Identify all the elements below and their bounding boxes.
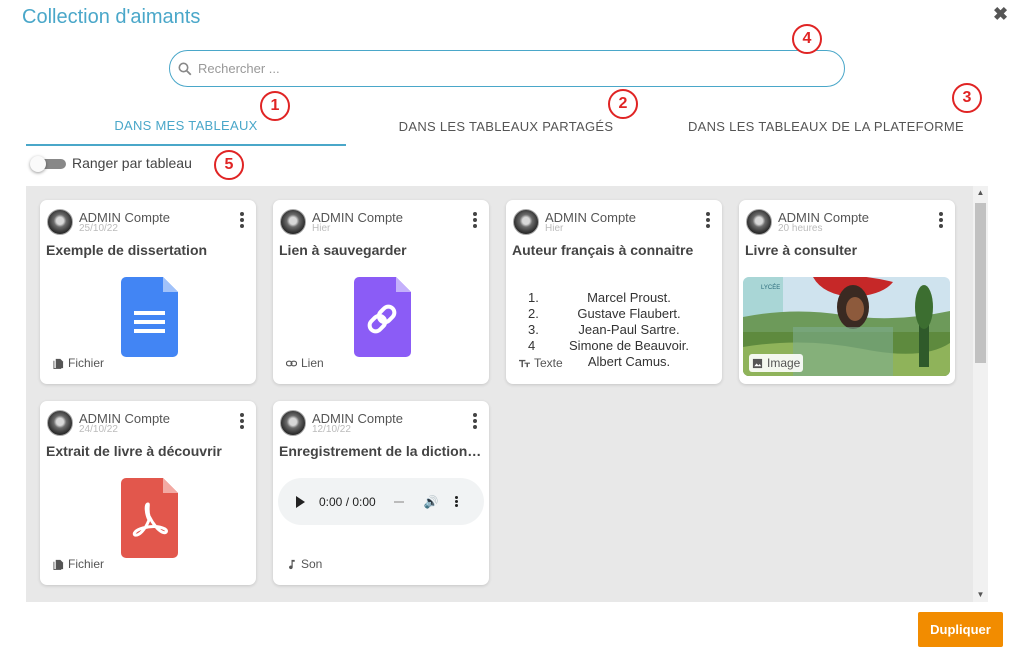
- more-vert-icon[interactable]: [473, 212, 477, 230]
- volume-icon[interactable]: 🔊: [424, 495, 439, 509]
- card-type: Fichier: [50, 354, 108, 372]
- magnet-card[interactable]: ADMIN Compte Hier Auteur français à conn…: [506, 200, 722, 384]
- card-date: Hier: [312, 223, 331, 234]
- card-title: Lien à sauvegarder: [279, 242, 407, 258]
- group-by-board-row: Ranger par tableau: [30, 155, 192, 172]
- link-doc-icon: [354, 277, 411, 357]
- list-item: 4 Simone de Beauvoir.: [528, 338, 689, 353]
- card-date: 20 heures: [778, 223, 823, 234]
- pdf-icon: [121, 478, 178, 558]
- card-title: Exemple de dissertation: [46, 242, 208, 258]
- magnet-grid: ADMIN Compte 25/10/22 Exemple de dissert…: [26, 186, 988, 602]
- svg-text:LYCÉE: LYCÉE: [761, 284, 780, 291]
- scroll-up-icon[interactable]: ▲: [973, 186, 988, 200]
- list-item: 3. Jean-Paul Sartre.: [528, 322, 680, 337]
- more-vert-icon[interactable]: [240, 413, 244, 431]
- audio-more-icon[interactable]: [454, 495, 458, 508]
- audio-time: 0:00 / 0:00: [319, 494, 376, 509]
- image-icon: [752, 358, 763, 368]
- magnet-card[interactable]: ADMIN Compte 12/10/22 Enregistrement de …: [273, 401, 489, 585]
- avatar: [47, 410, 73, 436]
- duplicate-button[interactable]: Dupliquer: [918, 612, 1003, 647]
- search-input[interactable]: [198, 61, 798, 76]
- card-type-label: Texte: [534, 356, 563, 370]
- audio-player[interactable]: 0:00 / 0:00 🔊: [278, 478, 484, 525]
- magnet-card[interactable]: ADMIN Compte 24/10/22 Extrait de livre à…: [40, 401, 256, 585]
- avatar: [47, 209, 73, 235]
- link-icon: [286, 360, 297, 366]
- card-title: Auteur français à connaitre: [512, 242, 694, 258]
- close-icon[interactable]: ✖: [993, 4, 1008, 25]
- card-type: Fichier: [50, 555, 108, 573]
- avatar: [513, 209, 539, 235]
- more-vert-icon[interactable]: [240, 212, 244, 230]
- text-icon: [519, 359, 530, 367]
- tab-my-boards[interactable]: DANS MES TABLEAUX: [26, 106, 346, 146]
- more-vert-icon[interactable]: [706, 212, 710, 230]
- card-type: Texte: [516, 354, 566, 372]
- vertical-scrollbar[interactable]: ▲ ▼: [973, 186, 988, 602]
- avatar: [746, 209, 772, 235]
- music-note-icon: [289, 559, 295, 569]
- group-by-board-toggle[interactable]: [30, 156, 66, 172]
- card-title: Livre à consulter: [745, 242, 858, 258]
- dialog-title: Collection d'aimants: [22, 6, 201, 28]
- card-type-label: Son: [301, 557, 323, 571]
- card-type: Son: [283, 555, 326, 573]
- card-date: Hier: [545, 223, 564, 234]
- group-by-board-label: Ranger par tableau: [72, 155, 192, 171]
- avatar: [280, 410, 306, 436]
- file-icon: [53, 358, 64, 369]
- card-type: Lien: [283, 354, 327, 372]
- scroll-down-icon[interactable]: ▼: [973, 588, 988, 602]
- card-title: Enregistrement de la diction…: [279, 443, 482, 459]
- card-type-label: Fichier: [68, 356, 105, 370]
- card-date: 25/10/22: [79, 223, 118, 234]
- card-type-label: Image: [767, 356, 801, 370]
- more-vert-icon[interactable]: [473, 413, 477, 431]
- tab-bar: DANS MES TABLEAUX DANS LES TABLEAUX PART…: [26, 106, 986, 146]
- list-item: 1. Marcel Proust.: [528, 290, 671, 305]
- magnet-card[interactable]: ADMIN Compte Hier Lien à sauvegarder Lie…: [273, 200, 489, 384]
- scrollbar-thumb[interactable]: [975, 203, 986, 363]
- more-vert-icon[interactable]: [939, 212, 943, 230]
- file-icon: [53, 559, 64, 570]
- audio-progress[interactable]: [393, 500, 404, 503]
- callout-badge-4: 4: [792, 24, 822, 54]
- google-doc-icon: [121, 277, 178, 357]
- card-date: 24/10/22: [79, 424, 118, 435]
- play-icon[interactable]: [296, 495, 305, 508]
- search-icon: [178, 62, 192, 75]
- magnet-card[interactable]: ADMIN Compte 20 heures Livre à consulter…: [739, 200, 955, 384]
- list-item: 2. Gustave Flaubert.: [528, 306, 681, 321]
- callout-badge-5: 5: [214, 150, 244, 180]
- card-type-label: Fichier: [68, 557, 105, 571]
- card-date: 12/10/22: [312, 424, 351, 435]
- card-title: Extrait de livre à découvrir: [46, 443, 222, 459]
- magnet-collection-dialog: Collection d'aimants ✖ 4 1 2 3 5 DANS ME…: [0, 0, 1018, 657]
- tab-platform-boards[interactable]: DANS LES TABLEAUX DE LA PLATEFORME: [666, 106, 986, 146]
- search-bar[interactable]: [169, 50, 845, 87]
- tab-shared-boards[interactable]: DANS LES TABLEAUX PARTAGÉS: [346, 106, 666, 146]
- avatar: [280, 209, 306, 235]
- card-type: Image: [749, 354, 804, 372]
- magnet-card[interactable]: ADMIN Compte 25/10/22 Exemple de dissert…: [40, 200, 256, 384]
- card-type-label: Lien: [301, 356, 324, 370]
